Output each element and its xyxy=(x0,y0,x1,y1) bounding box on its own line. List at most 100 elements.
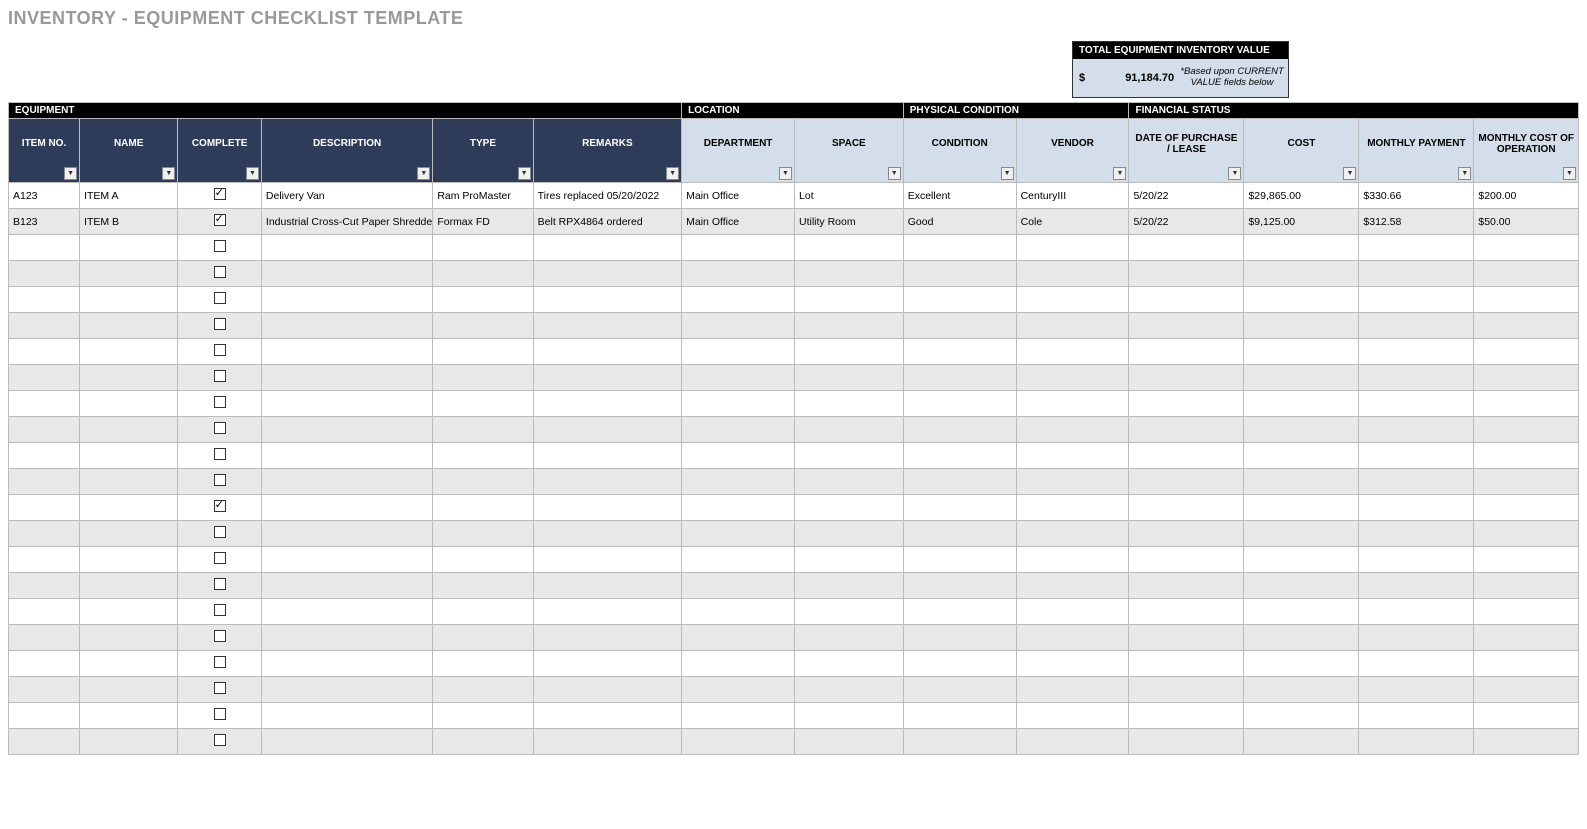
cell-vendor[interactable] xyxy=(1016,495,1129,521)
cell-name[interactable] xyxy=(80,547,178,573)
cell-department[interactable] xyxy=(682,417,795,443)
cell-type[interactable] xyxy=(433,573,533,599)
cell-monthly-op[interactable]: $200.00 xyxy=(1474,183,1579,209)
cell-vendor[interactable]: Cole xyxy=(1016,209,1129,235)
cell-description[interactable]: Delivery Van xyxy=(261,183,432,209)
cell-vendor[interactable] xyxy=(1016,365,1129,391)
cell-cost[interactable] xyxy=(1244,235,1359,261)
cell-space[interactable] xyxy=(795,703,904,729)
complete-checkbox[interactable] xyxy=(214,344,226,356)
cell-description[interactable] xyxy=(261,703,432,729)
filter-button-type[interactable]: ▼ xyxy=(518,167,531,180)
complete-checkbox[interactable] xyxy=(214,474,226,486)
cell-monthly-op[interactable] xyxy=(1474,365,1579,391)
complete-checkbox[interactable] xyxy=(214,500,226,512)
cell-name[interactable] xyxy=(80,313,178,339)
cell-monthly-payment[interactable] xyxy=(1359,495,1474,521)
cell-department[interactable] xyxy=(682,469,795,495)
filter-button-department[interactable]: ▼ xyxy=(779,167,792,180)
cell-name[interactable] xyxy=(80,573,178,599)
cell-condition[interactable] xyxy=(903,521,1016,547)
cell-vendor[interactable] xyxy=(1016,417,1129,443)
complete-checkbox[interactable] xyxy=(214,318,226,330)
cell-type[interactable] xyxy=(433,547,533,573)
cell-description[interactable] xyxy=(261,443,432,469)
complete-checkbox[interactable] xyxy=(214,188,226,200)
cell-cost[interactable] xyxy=(1244,651,1359,677)
cell-condition[interactable] xyxy=(903,703,1016,729)
cell-monthly-op[interactable] xyxy=(1474,651,1579,677)
cell-monthly-op[interactable] xyxy=(1474,443,1579,469)
cell-monthly-op[interactable] xyxy=(1474,547,1579,573)
complete-checkbox[interactable] xyxy=(214,292,226,304)
cell-date[interactable] xyxy=(1129,521,1244,547)
cell-description[interactable] xyxy=(261,469,432,495)
cell-date[interactable] xyxy=(1129,443,1244,469)
cell-vendor[interactable] xyxy=(1016,651,1129,677)
cell-type[interactable] xyxy=(433,443,533,469)
cell-space[interactable] xyxy=(795,313,904,339)
cell-condition[interactable] xyxy=(903,313,1016,339)
complete-checkbox[interactable] xyxy=(214,630,226,642)
cell-description[interactable]: Industrial Cross-Cut Paper Shredder xyxy=(261,209,432,235)
cell-department[interactable]: Main Office xyxy=(682,183,795,209)
cell-monthly-payment[interactable] xyxy=(1359,703,1474,729)
cell-space[interactable] xyxy=(795,339,904,365)
cell-space[interactable] xyxy=(795,235,904,261)
cell-cost[interactable] xyxy=(1244,339,1359,365)
cell-name[interactable] xyxy=(80,625,178,651)
cell-vendor[interactable] xyxy=(1016,339,1129,365)
cell-type[interactable] xyxy=(433,235,533,261)
cell-item-no[interactable] xyxy=(9,313,80,339)
cell-department[interactable] xyxy=(682,287,795,313)
cell-remarks[interactable] xyxy=(533,469,682,495)
cell-department[interactable] xyxy=(682,339,795,365)
cell-name[interactable] xyxy=(80,651,178,677)
cell-type[interactable] xyxy=(433,677,533,703)
cell-date[interactable]: 5/20/22 xyxy=(1129,209,1244,235)
filter-button-space[interactable]: ▼ xyxy=(888,167,901,180)
cell-item-no[interactable] xyxy=(9,599,80,625)
cell-name[interactable]: ITEM B xyxy=(80,209,178,235)
cell-item-no[interactable]: A123 xyxy=(9,183,80,209)
cell-item-no[interactable] xyxy=(9,417,80,443)
cell-vendor[interactable] xyxy=(1016,313,1129,339)
cell-date[interactable] xyxy=(1129,417,1244,443)
cell-monthly-op[interactable] xyxy=(1474,261,1579,287)
filter-button-cost[interactable]: ▼ xyxy=(1343,167,1356,180)
cell-type[interactable] xyxy=(433,521,533,547)
cell-monthly-payment[interactable] xyxy=(1359,235,1474,261)
filter-button-vendor[interactable]: ▼ xyxy=(1113,167,1126,180)
cell-condition[interactable] xyxy=(903,469,1016,495)
cell-remarks[interactable] xyxy=(533,599,682,625)
cell-space[interactable] xyxy=(795,599,904,625)
cell-department[interactable] xyxy=(682,729,795,755)
cell-name[interactable] xyxy=(80,287,178,313)
cell-condition[interactable] xyxy=(903,495,1016,521)
cell-monthly-payment[interactable] xyxy=(1359,417,1474,443)
cell-monthly-op[interactable] xyxy=(1474,677,1579,703)
cell-date[interactable] xyxy=(1129,599,1244,625)
cell-description[interactable] xyxy=(261,313,432,339)
cell-description[interactable] xyxy=(261,365,432,391)
cell-remarks[interactable] xyxy=(533,339,682,365)
cell-space[interactable] xyxy=(795,573,904,599)
cell-remarks[interactable] xyxy=(533,625,682,651)
cell-space[interactable] xyxy=(795,547,904,573)
cell-cost[interactable]: $29,865.00 xyxy=(1244,183,1359,209)
cell-department[interactable] xyxy=(682,521,795,547)
cell-remarks[interactable] xyxy=(533,391,682,417)
cell-vendor[interactable] xyxy=(1016,521,1129,547)
cell-space[interactable] xyxy=(795,677,904,703)
cell-monthly-op[interactable] xyxy=(1474,391,1579,417)
cell-remarks[interactable] xyxy=(533,573,682,599)
complete-checkbox[interactable] xyxy=(214,240,226,252)
cell-type[interactable] xyxy=(433,469,533,495)
cell-item-no[interactable]: B123 xyxy=(9,209,80,235)
cell-date[interactable] xyxy=(1129,495,1244,521)
filter-button-date[interactable]: ▼ xyxy=(1228,167,1241,180)
cell-name[interactable] xyxy=(80,417,178,443)
cell-space[interactable] xyxy=(795,495,904,521)
cell-space[interactable] xyxy=(795,651,904,677)
cell-space[interactable] xyxy=(795,365,904,391)
